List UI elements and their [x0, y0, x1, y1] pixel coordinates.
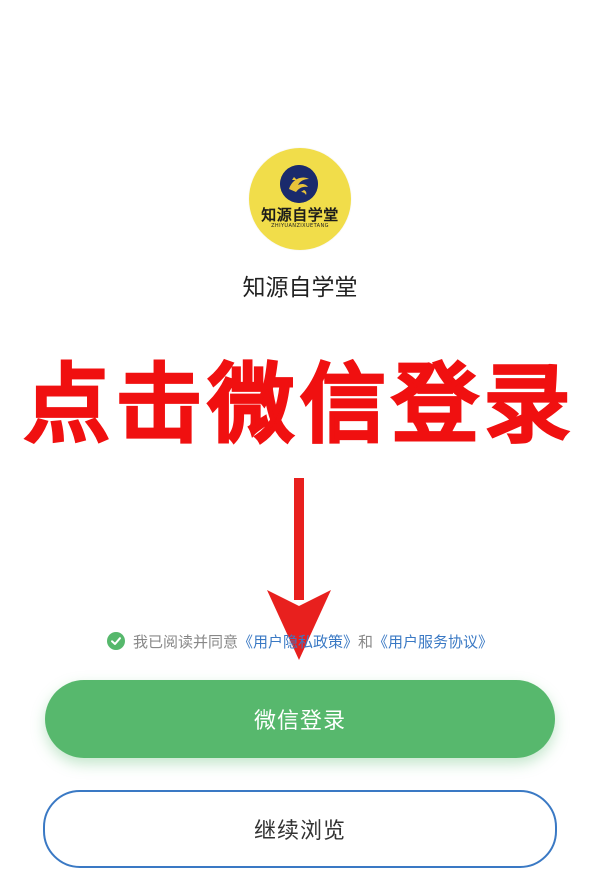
- dragon-icon: [280, 165, 318, 203]
- privacy-policy-link[interactable]: 《用户隐私政策》: [238, 631, 358, 652]
- agreement-row: 我已阅读并同意 《用户隐私政策》 和 《用户服务协议》: [0, 628, 600, 654]
- wechat-login-button[interactable]: 微信登录: [45, 680, 555, 758]
- agreement-prefix: 我已阅读并同意: [132, 632, 238, 651]
- continue-browse-button[interactable]: 继续浏览: [43, 790, 557, 868]
- service-agreement-link[interactable]: 《用户服务协议》: [373, 631, 493, 652]
- agreement-conjunction: 和: [358, 632, 374, 651]
- check-circle-icon[interactable]: [106, 632, 125, 650]
- app-name: 知源自学堂: [242, 275, 358, 301]
- app-logo: 知源自学堂 ZHIYUANZIXUETANG: [249, 148, 351, 250]
- logo-text-en: ZHIYUANZIXUETANG: [271, 223, 329, 229]
- annotation-banner: 点击微信登录: [23, 353, 576, 456]
- logo-text-cn: 知源自学堂: [261, 206, 339, 224]
- dragon-emblem-icon: [280, 165, 318, 203]
